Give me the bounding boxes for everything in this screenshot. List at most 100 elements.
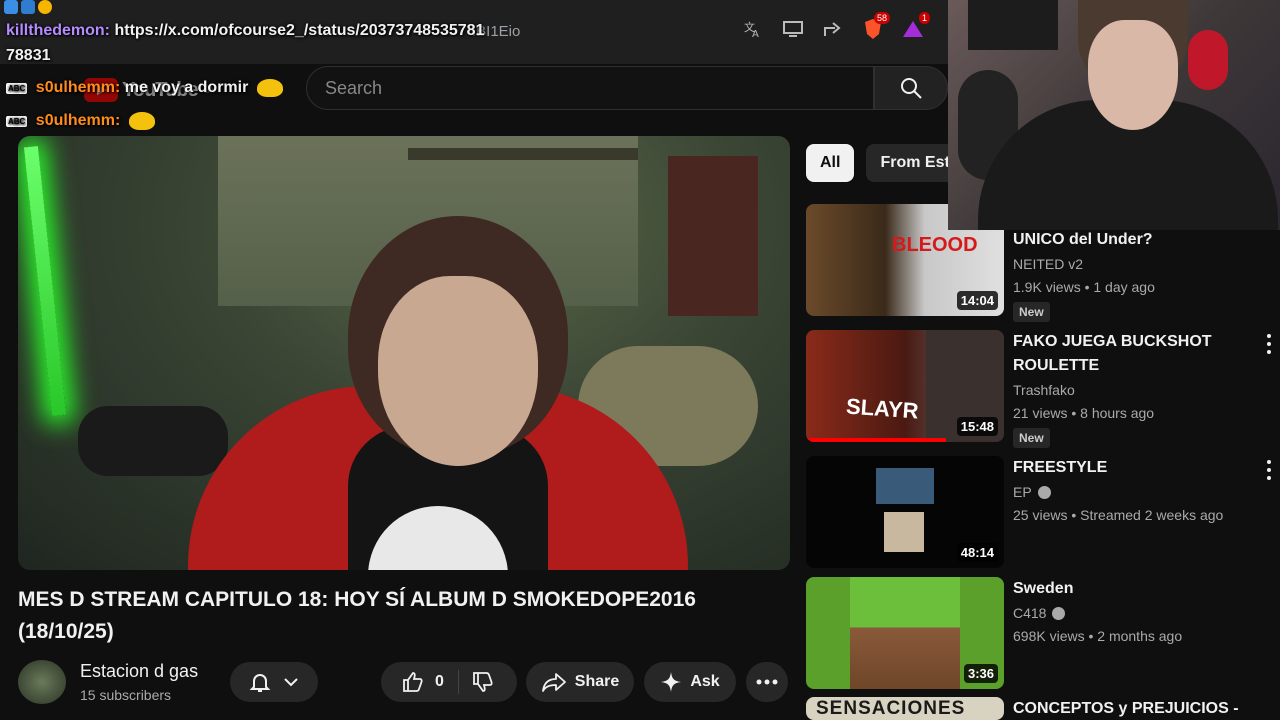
sword-icon — [4, 0, 18, 14]
webcam-overlay — [948, 0, 1280, 230]
verified-icon — [1037, 485, 1051, 499]
search-placeholder: Search — [325, 78, 383, 98]
recommendation-title: CONCEPTOS y PREJUICIOS - — [1013, 700, 1239, 717]
like-count: 0 — [435, 673, 444, 690]
badge-icon — [21, 0, 35, 14]
new-badge: New — [1013, 428, 1050, 448]
channel-avatar[interactable] — [18, 660, 66, 704]
like-dislike-group: 0 — [381, 662, 517, 702]
video-face — [378, 276, 538, 466]
recommendation-item[interactable]: SLAYR 15:48 FAKO JUEGA BUCKSHOT ROULETTE… — [806, 330, 1280, 448]
recommendation-channel: NEITED v2 — [1013, 256, 1083, 272]
new-badge: New — [1013, 302, 1050, 322]
sleeping-emote-icon — [128, 112, 155, 130]
subscriber-count: 15 subscribers — [80, 687, 172, 703]
search-button[interactable] — [874, 66, 948, 110]
thumbs-up-icon — [403, 672, 423, 692]
thumbnail-text: SENSACIONES — [816, 698, 966, 719]
channel-name[interactable]: Estacion d gas — [80, 661, 198, 682]
thumbs-down-icon — [473, 672, 493, 692]
svg-text:A: A — [752, 29, 759, 39]
grass-block-icon — [850, 577, 960, 689]
ask-label: Ask — [690, 673, 720, 690]
channel-label: Trashfako — [1013, 382, 1075, 398]
share-button[interactable]: Share — [526, 662, 634, 702]
shield-badge: 58 — [873, 12, 890, 24]
video-duration: 48:14 — [956, 543, 998, 562]
recommendation-title: Sweden — [1013, 580, 1074, 597]
search-icon — [901, 78, 922, 99]
chat-message: ABC s0ulhemm: — [6, 112, 155, 130]
verified-icon — [1052, 606, 1066, 620]
video-shelf — [408, 148, 638, 160]
video-duration: 3:36 — [963, 664, 998, 683]
video-microphone — [78, 406, 228, 476]
chevron-down-icon — [284, 678, 298, 687]
translate-icon[interactable]: 文A — [742, 18, 764, 40]
video-thumbnail[interactable]: SENSACIONES — [806, 697, 1004, 720]
search-input[interactable]: Search — [306, 66, 874, 110]
brave-rewards-icon[interactable]: 1 — [902, 12, 930, 40]
video-poster — [668, 156, 758, 316]
channel-label: NEITED v2 — [1013, 256, 1084, 272]
share-page-icon[interactable] — [822, 18, 844, 40]
abc-badge-icon: ABC — [6, 115, 28, 127]
webcam-headphones — [1188, 30, 1228, 90]
recommendation-meta: 21 views • 8 hours ago — [1013, 405, 1155, 421]
more-vertical-icon[interactable] — [1266, 334, 1272, 354]
recommendation-title: FAKO JUEGA BUCKSHOT ROULETTE — [1013, 333, 1212, 374]
video-thumbnail[interactable]: 3:36 — [806, 577, 1004, 689]
chat-username: killthedemon: — [6, 22, 111, 39]
chip-all[interactable]: All — [806, 144, 855, 182]
video-title: MES D STREAM CAPITULO 18: HOY SÍ ALBUM D… — [18, 588, 696, 643]
chat-badges — [4, 0, 52, 14]
chat-username: s0ulhemm: — [35, 112, 121, 130]
subscription-bell-button[interactable] — [230, 662, 318, 702]
sleeping-emote-icon — [256, 79, 283, 97]
video-duration: 15:48 — [956, 417, 998, 436]
abc-badge-icon: ABC — [6, 82, 28, 94]
recommendation-title: FREESTYLE — [1013, 459, 1108, 476]
chat-text: me voy a dormir — [124, 79, 249, 97]
channel-label: EP — [1013, 484, 1032, 500]
thumbnail-paper — [884, 512, 924, 552]
bell-icon — [249, 674, 271, 692]
coin-icon — [38, 0, 52, 14]
video-thumbnail[interactable]: SLAYR 15:48 — [806, 330, 1004, 442]
ask-button[interactable]: Ask — [644, 662, 736, 702]
thumbnail-screen — [876, 468, 934, 504]
chat-message-continuation: 78831 — [6, 47, 51, 65]
recommendation-item[interactable]: 3:36 Sweden C418 698K views • 2 months a… — [806, 577, 1280, 691]
more-actions-button[interactable] — [746, 662, 788, 702]
share-label: Share — [574, 673, 620, 690]
watch-progress-bar — [806, 438, 946, 442]
recommendation-channel: EP — [1013, 484, 1051, 500]
recommendation-meta: 698K views • 2 months ago — [1013, 628, 1183, 644]
recommendation-channel: Trashfako — [1013, 382, 1075, 398]
chat-username: s0ulhemm: — [35, 79, 121, 97]
webcam-face — [1088, 20, 1178, 130]
recommendation-item[interactable]: SENSACIONES CONCEPTOS y PREJUICIOS - — [806, 697, 1280, 720]
recommendation-channel: C418 — [1013, 605, 1066, 621]
dislike-button[interactable] — [459, 670, 509, 694]
chat-message: ABC s0ulhemm: me voy a dormir — [6, 79, 283, 97]
chat-message: killthedemon: https://x.com/ofcourse2_/s… — [6, 22, 484, 40]
more-vertical-icon[interactable] — [1266, 460, 1272, 480]
chat-text: https://x.com/ofcourse2_/status/20373748… — [114, 22, 485, 39]
cast-icon[interactable] — [782, 18, 804, 40]
like-button[interactable]: 0 — [389, 670, 459, 694]
channel-label: C418 — [1013, 605, 1047, 621]
video-thumbnail[interactable]: 48:14 — [806, 456, 1004, 568]
chat-text: 78831 — [6, 47, 51, 64]
sparkle-icon — [661, 672, 682, 692]
video-green-light — [23, 146, 67, 416]
notification-badge: 1 — [918, 12, 930, 24]
recommendation-item[interactable]: 48:14 FREESTYLE EP 25 views • Streamed 2… — [806, 456, 1280, 570]
video-duration: 14:04 — [956, 291, 998, 310]
recommendation-meta: 1.9K views • 1 day ago — [1013, 279, 1155, 295]
video-player[interactable] — [18, 136, 790, 570]
recommendation-meta: 25 views • Streamed 2 weeks ago — [1013, 507, 1224, 523]
more-horizontal-icon — [756, 679, 778, 685]
thumbnail-text: SLAYR — [845, 393, 920, 424]
brave-shield-icon[interactable]: 58 — [862, 12, 890, 40]
